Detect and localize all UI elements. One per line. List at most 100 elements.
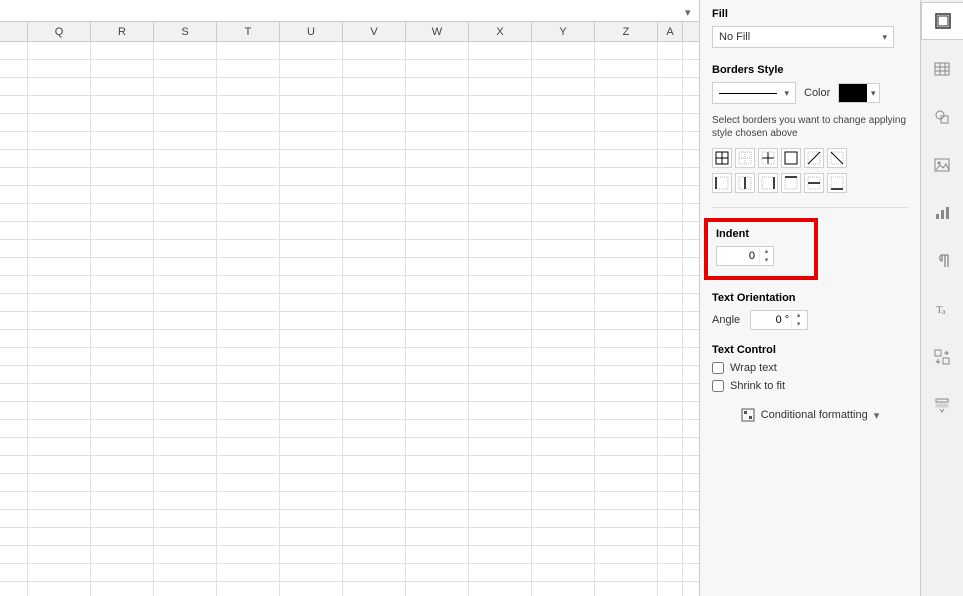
grid-cell[interactable] [154, 294, 217, 311]
grid-cell[interactable] [406, 78, 469, 95]
grid-cell[interactable] [406, 456, 469, 473]
grid-cell[interactable] [91, 96, 154, 113]
border-vcenter-button[interactable] [735, 173, 755, 193]
grid-cell[interactable] [532, 276, 595, 293]
grid-cell[interactable] [595, 132, 658, 149]
grid-cell[interactable] [280, 186, 343, 203]
grid-cell[interactable] [217, 168, 280, 185]
grid-cell[interactable] [343, 456, 406, 473]
grid-cell[interactable] [406, 96, 469, 113]
grid-cell[interactable] [280, 312, 343, 329]
grid-cell[interactable] [217, 276, 280, 293]
tab-shape[interactable] [929, 104, 955, 130]
grid-cell[interactable] [658, 348, 683, 365]
grid-cell[interactable] [406, 168, 469, 185]
grid-cell[interactable] [532, 42, 595, 59]
grid-cell[interactable] [595, 312, 658, 329]
grid-cell[interactable] [217, 564, 280, 581]
grid-cell[interactable] [154, 312, 217, 329]
grid-cell[interactable] [154, 582, 217, 596]
grid-cell[interactable] [532, 240, 595, 257]
grid-cell[interactable] [406, 240, 469, 257]
column-header[interactable]: W [406, 22, 469, 41]
grid-cell[interactable] [0, 420, 28, 437]
grid-cell[interactable] [469, 240, 532, 257]
border-diag-up-button[interactable] [804, 148, 824, 168]
grid-cell[interactable] [154, 240, 217, 257]
grid-cell[interactable] [469, 186, 532, 203]
grid-cell[interactable] [217, 222, 280, 239]
grid-cell[interactable] [406, 510, 469, 527]
grid-cell[interactable] [154, 492, 217, 509]
grid-cell[interactable] [532, 204, 595, 221]
grid-cell[interactable] [406, 204, 469, 221]
grid-cell[interactable] [658, 294, 683, 311]
grid-cell[interactable] [28, 78, 91, 95]
grid-cell[interactable] [658, 42, 683, 59]
grid-cell[interactable] [280, 528, 343, 545]
grid-cell[interactable] [28, 132, 91, 149]
grid-cell[interactable] [280, 330, 343, 347]
grid-cell[interactable] [343, 276, 406, 293]
grid-cell[interactable] [0, 132, 28, 149]
grid-cell[interactable] [343, 348, 406, 365]
grid-cell[interactable] [28, 366, 91, 383]
grid-cell[interactable] [154, 564, 217, 581]
grid-cell[interactable] [406, 528, 469, 545]
column-header[interactable]: X [469, 22, 532, 41]
grid-cell[interactable] [280, 168, 343, 185]
grid-cell[interactable] [28, 204, 91, 221]
grid-cell[interactable] [154, 132, 217, 149]
grid-cell[interactable] [280, 42, 343, 59]
grid-cell[interactable] [658, 582, 683, 596]
grid-cell[interactable] [343, 330, 406, 347]
grid-cell[interactable] [343, 312, 406, 329]
grid-cell[interactable] [91, 420, 154, 437]
grid-cell[interactable] [469, 258, 532, 275]
grid-cell[interactable] [91, 78, 154, 95]
toolbar-dropdown-icon[interactable]: ▾ [685, 6, 695, 16]
grid-cell[interactable] [28, 402, 91, 419]
column-header[interactable]: Y [532, 22, 595, 41]
grid-cell[interactable] [28, 240, 91, 257]
grid-cell[interactable] [91, 132, 154, 149]
angle-down-icon[interactable]: ▾ [792, 320, 805, 329]
grid-cell[interactable] [28, 384, 91, 401]
grid-cell[interactable] [0, 564, 28, 581]
grid-cell[interactable] [154, 78, 217, 95]
grid-cell[interactable] [532, 420, 595, 437]
grid-cell[interactable] [28, 150, 91, 167]
grid-cell[interactable] [343, 420, 406, 437]
angle-spinner[interactable]: ▴ ▾ [750, 310, 808, 330]
grid-cell[interactable] [595, 528, 658, 545]
grid-cell[interactable] [595, 60, 658, 77]
grid-cell[interactable] [406, 582, 469, 596]
grid-cell[interactable] [28, 564, 91, 581]
grid-cell[interactable] [532, 294, 595, 311]
grid-cell[interactable] [217, 402, 280, 419]
border-right-button[interactable] [758, 173, 778, 193]
wrap-text-checkbox[interactable] [712, 362, 724, 374]
grid-cell[interactable] [469, 564, 532, 581]
tab-chart[interactable] [929, 200, 955, 226]
grid-cell[interactable] [217, 474, 280, 491]
border-bottom-button[interactable] [827, 173, 847, 193]
grid-cell[interactable] [658, 132, 683, 149]
angle-up-icon[interactable]: ▴ [792, 311, 805, 320]
grid-cell[interactable] [595, 42, 658, 59]
grid-cell[interactable] [154, 186, 217, 203]
grid-cell[interactable] [0, 42, 28, 59]
grid-cell[interactable] [469, 402, 532, 419]
grid-cell[interactable] [217, 150, 280, 167]
grid-cell[interactable] [469, 492, 532, 509]
grid-cell[interactable] [595, 564, 658, 581]
grid-cell[interactable] [91, 384, 154, 401]
grid-cell[interactable] [217, 42, 280, 59]
grid-cell[interactable] [595, 222, 658, 239]
grid-cell[interactable] [658, 204, 683, 221]
grid-cell[interactable] [343, 438, 406, 455]
angle-input[interactable] [751, 311, 791, 329]
grid-cell[interactable] [280, 150, 343, 167]
grid-cell[interactable] [469, 114, 532, 131]
grid-cell[interactable] [343, 258, 406, 275]
